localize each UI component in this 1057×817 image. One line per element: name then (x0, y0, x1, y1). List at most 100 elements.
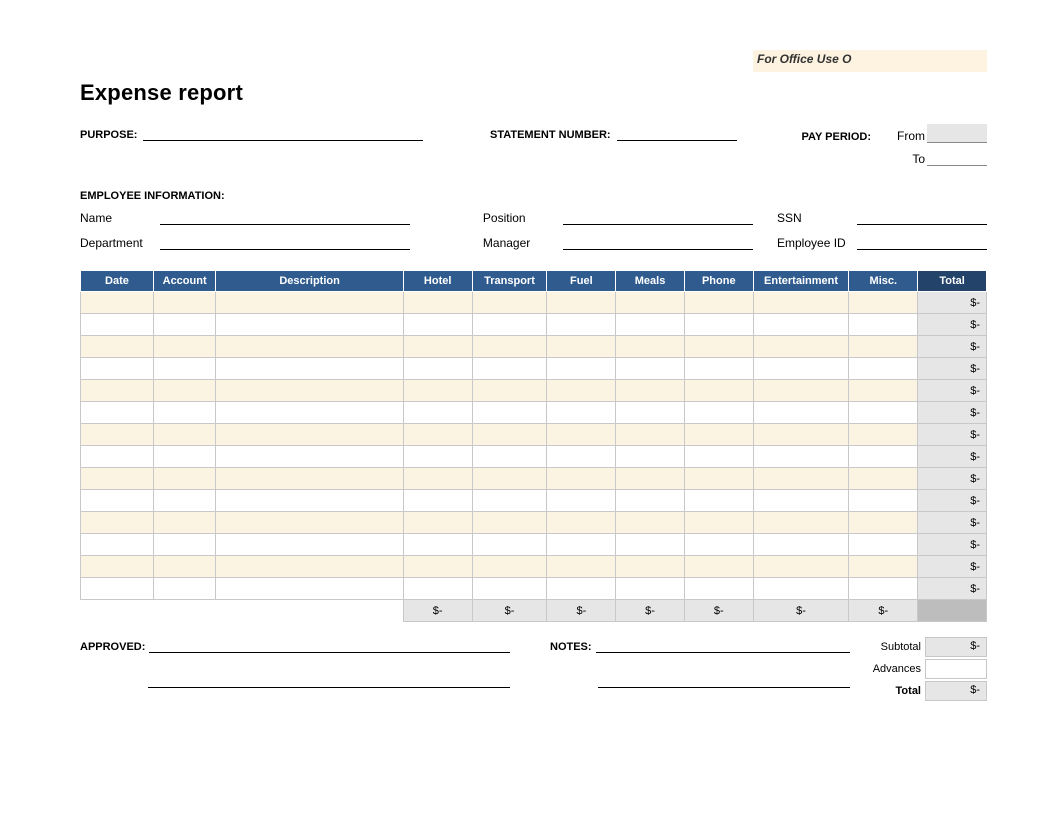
table-cell[interactable] (849, 336, 918, 358)
table-cell[interactable] (403, 292, 472, 314)
table-cell[interactable] (472, 468, 547, 490)
manager-input[interactable] (563, 233, 753, 250)
table-cell[interactable] (403, 578, 472, 600)
table-cell[interactable] (153, 292, 215, 314)
purpose-input[interactable] (143, 124, 423, 141)
table-cell[interactable] (849, 292, 918, 314)
table-cell[interactable] (472, 556, 547, 578)
table-cell[interactable] (684, 358, 753, 380)
approved-input-2[interactable] (148, 671, 510, 688)
table-cell[interactable] (153, 402, 215, 424)
table-cell[interactable] (684, 556, 753, 578)
table-cell[interactable] (616, 512, 685, 534)
position-input[interactable] (563, 208, 753, 225)
table-cell[interactable] (472, 380, 547, 402)
table-cell[interactable] (153, 358, 215, 380)
table-cell[interactable] (547, 424, 616, 446)
table-cell[interactable] (616, 358, 685, 380)
table-cell[interactable] (153, 512, 215, 534)
table-cell[interactable] (616, 468, 685, 490)
table-cell[interactable] (216, 556, 403, 578)
table-cell[interactable] (753, 578, 849, 600)
table-cell[interactable] (81, 446, 154, 468)
table-cell[interactable] (684, 402, 753, 424)
table-cell[interactable] (616, 336, 685, 358)
table-cell[interactable] (472, 446, 547, 468)
table-cell[interactable] (472, 336, 547, 358)
table-cell[interactable] (403, 358, 472, 380)
table-cell[interactable] (684, 380, 753, 402)
table-cell[interactable] (849, 534, 918, 556)
table-cell[interactable] (616, 556, 685, 578)
table-cell[interactable] (849, 314, 918, 336)
table-cell[interactable] (753, 490, 849, 512)
table-cell[interactable] (403, 556, 472, 578)
name-input[interactable] (160, 208, 410, 225)
table-cell[interactable] (684, 534, 753, 556)
pay-to-input[interactable] (927, 147, 987, 166)
table-cell[interactable] (547, 446, 616, 468)
table-cell[interactable] (472, 534, 547, 556)
table-cell[interactable] (472, 358, 547, 380)
table-cell[interactable] (753, 534, 849, 556)
table-cell[interactable] (403, 380, 472, 402)
table-cell[interactable] (153, 578, 215, 600)
table-cell[interactable] (81, 424, 154, 446)
table-cell[interactable] (753, 512, 849, 534)
table-cell[interactable] (216, 446, 403, 468)
table-cell[interactable] (616, 314, 685, 336)
table-cell[interactable] (81, 336, 154, 358)
table-cell[interactable] (472, 314, 547, 336)
notes-input-2[interactable] (598, 671, 850, 688)
table-cell[interactable] (684, 292, 753, 314)
table-cell[interactable] (547, 292, 616, 314)
table-cell[interactable] (849, 490, 918, 512)
table-cell[interactable] (849, 512, 918, 534)
table-cell[interactable] (753, 336, 849, 358)
table-cell[interactable] (81, 402, 154, 424)
table-cell[interactable] (849, 446, 918, 468)
ssn-input[interactable] (857, 208, 987, 225)
table-cell[interactable] (547, 336, 616, 358)
table-cell[interactable] (216, 468, 403, 490)
table-cell[interactable] (753, 402, 849, 424)
table-cell[interactable] (216, 512, 403, 534)
table-cell[interactable] (403, 336, 472, 358)
table-cell[interactable] (153, 446, 215, 468)
table-cell[interactable] (753, 468, 849, 490)
table-cell[interactable] (216, 490, 403, 512)
table-cell[interactable] (216, 336, 403, 358)
table-cell[interactable] (547, 358, 616, 380)
table-cell[interactable] (403, 468, 472, 490)
table-cell[interactable] (472, 512, 547, 534)
table-cell[interactable] (684, 578, 753, 600)
table-cell[interactable] (684, 468, 753, 490)
table-cell[interactable] (616, 402, 685, 424)
table-cell[interactable] (616, 534, 685, 556)
table-cell[interactable] (849, 358, 918, 380)
table-cell[interactable] (153, 424, 215, 446)
table-cell[interactable] (81, 490, 154, 512)
table-cell[interactable] (81, 380, 154, 402)
table-cell[interactable] (472, 424, 547, 446)
table-cell[interactable] (81, 512, 154, 534)
table-cell[interactable] (753, 556, 849, 578)
table-cell[interactable] (616, 292, 685, 314)
table-cell[interactable] (81, 292, 154, 314)
table-cell[interactable] (547, 490, 616, 512)
pay-from-input[interactable] (927, 124, 987, 143)
table-cell[interactable] (753, 380, 849, 402)
table-cell[interactable] (216, 534, 403, 556)
table-cell[interactable] (616, 490, 685, 512)
table-cell[interactable] (753, 446, 849, 468)
table-cell[interactable] (616, 446, 685, 468)
table-cell[interactable] (616, 578, 685, 600)
table-cell[interactable] (153, 534, 215, 556)
table-cell[interactable] (547, 380, 616, 402)
table-cell[interactable] (849, 402, 918, 424)
table-cell[interactable] (684, 490, 753, 512)
table-cell[interactable] (616, 424, 685, 446)
table-cell[interactable] (472, 578, 547, 600)
table-cell[interactable] (684, 424, 753, 446)
table-cell[interactable] (472, 490, 547, 512)
